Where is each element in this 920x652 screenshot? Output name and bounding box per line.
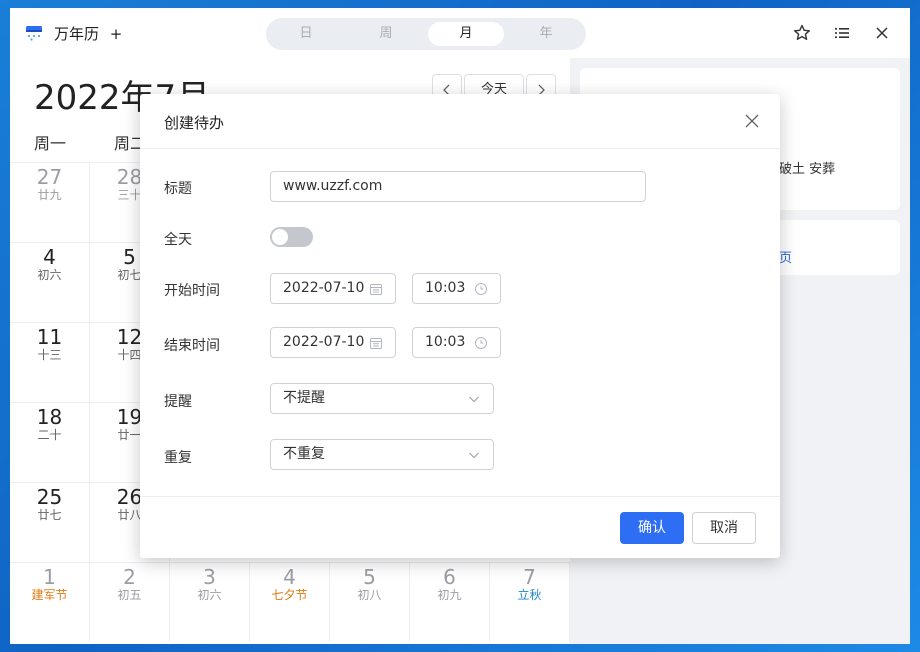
lunar-date: 初九: [437, 588, 462, 602]
tab-week[interactable]: 周: [348, 22, 424, 46]
view-switcher: 日 周 月 年: [266, 18, 586, 50]
day-cell[interactable]: 6 初九: [410, 562, 490, 642]
clock-icon: [475, 283, 487, 295]
end-date-value: 2022-07-10: [283, 334, 365, 350]
day-cell[interactable]: 25 廿七: [10, 482, 90, 562]
end-time-label: 结束时间: [164, 338, 220, 354]
end-time-value: 10:03: [425, 334, 466, 350]
day-cell[interactable]: 2 初五: [90, 562, 170, 642]
clock-icon: [475, 337, 487, 349]
start-time-label: 开始时间: [164, 283, 220, 299]
close-icon[interactable]: [872, 23, 892, 43]
title-input[interactable]: www.uzzf.com: [270, 171, 646, 202]
day-number: 18: [36, 405, 63, 429]
menu-list-icon[interactable]: [832, 23, 852, 43]
calendar-window: 万年历 + 日 周 月 年 2022年7月 今天 周一 周二 27 廿九 28 …: [10, 8, 910, 644]
day-number: 6: [443, 565, 456, 589]
tab-day[interactable]: 日: [268, 22, 344, 46]
chevron-down-icon: [469, 396, 479, 403]
lunar-date: 初六: [37, 268, 62, 282]
lunar-date: 廿七: [37, 508, 62, 522]
allday-toggle[interactable]: [270, 227, 313, 247]
festival-label: 建军节: [31, 588, 68, 602]
lunar-date: 廿九: [37, 188, 62, 202]
add-tab-button[interactable]: +: [110, 25, 123, 43]
repeat-label: 重复: [164, 450, 192, 466]
solar-term-label: 立秋: [517, 588, 542, 602]
lunar-date: 二十: [37, 428, 62, 442]
repeat-value: 不重复: [283, 446, 325, 462]
day-number: 5: [363, 565, 376, 589]
lunar-date: 初五: [117, 588, 142, 602]
start-time-picker[interactable]: 10:03: [412, 273, 501, 304]
day-number: 11: [36, 325, 63, 349]
star-icon[interactable]: [792, 23, 812, 43]
title-bar: 万年历 + 日 周 月 年: [10, 8, 910, 58]
dialog-header: 创建待办: [140, 94, 780, 149]
lunar-date: 初六: [197, 588, 222, 602]
calendar-icon: [370, 338, 382, 349]
day-number: 1: [43, 565, 56, 589]
tab-year[interactable]: 年: [508, 22, 584, 46]
weekday-mon: 周一: [34, 134, 67, 153]
day-cell[interactable]: 18 二十: [10, 402, 90, 482]
almanac-text: 破土 安葬: [779, 162, 836, 177]
allday-label: 全天: [164, 232, 192, 248]
day-cell[interactable]: 4 七夕节: [250, 562, 330, 642]
create-todo-dialog: 创建待办 标题 www.uzzf.com 全天 开始时间 2022-07-10 …: [140, 94, 780, 558]
day-number: 27: [36, 165, 63, 189]
repeat-select[interactable]: 不重复: [270, 439, 494, 470]
day-cell[interactable]: 11 十三: [10, 322, 90, 402]
day-number: 25: [36, 485, 63, 509]
day-cell[interactable]: 5 初八: [330, 562, 410, 642]
remind-select[interactable]: 不提醒: [270, 383, 494, 414]
dialog-title: 创建待办: [164, 114, 225, 132]
end-date-picker[interactable]: 2022-07-10: [270, 327, 396, 358]
dialog-footer-divider: [140, 496, 780, 497]
day-cell[interactable]: 4 初六: [10, 242, 90, 322]
app-title: 万年历 +: [54, 23, 122, 44]
calendar-app-icon: [26, 26, 42, 41]
lunar-date: 初八: [357, 588, 382, 602]
lunar-date: 十三: [37, 348, 62, 362]
festival-label: 七夕节: [271, 588, 308, 602]
dialog-close-icon[interactable]: [743, 112, 761, 130]
day-number: 2: [123, 565, 136, 589]
cancel-button[interactable]: 取消: [692, 512, 756, 544]
end-time-picker[interactable]: 10:03: [412, 327, 501, 358]
day-cell[interactable]: 3 初六: [170, 562, 250, 642]
day-number: 3: [203, 565, 216, 589]
confirm-button[interactable]: 确认: [620, 512, 684, 544]
day-number: 4: [283, 565, 296, 589]
start-time-value: 10:03: [425, 280, 466, 296]
remind-value: 不提醒: [283, 390, 325, 406]
start-date-picker[interactable]: 2022-07-10: [270, 273, 396, 304]
title-label: 标题: [164, 181, 192, 197]
day-cell[interactable]: 7 立秋: [490, 562, 570, 642]
todo-link[interactable]: 页: [779, 247, 792, 266]
remind-label: 提醒: [164, 394, 192, 410]
start-date-value: 2022-07-10: [283, 280, 365, 296]
day-number: 4: [43, 245, 56, 269]
app-title-text: 万年历: [54, 25, 100, 43]
calendar-icon: [370, 284, 382, 295]
day-cell[interactable]: 1 建军节: [10, 562, 90, 642]
toggle-knob: [272, 229, 288, 245]
chevron-down-icon: [469, 452, 479, 459]
tab-month[interactable]: 月: [428, 22, 504, 46]
day-number: 7: [523, 565, 536, 589]
day-cell[interactable]: 27 廿九: [10, 162, 90, 242]
